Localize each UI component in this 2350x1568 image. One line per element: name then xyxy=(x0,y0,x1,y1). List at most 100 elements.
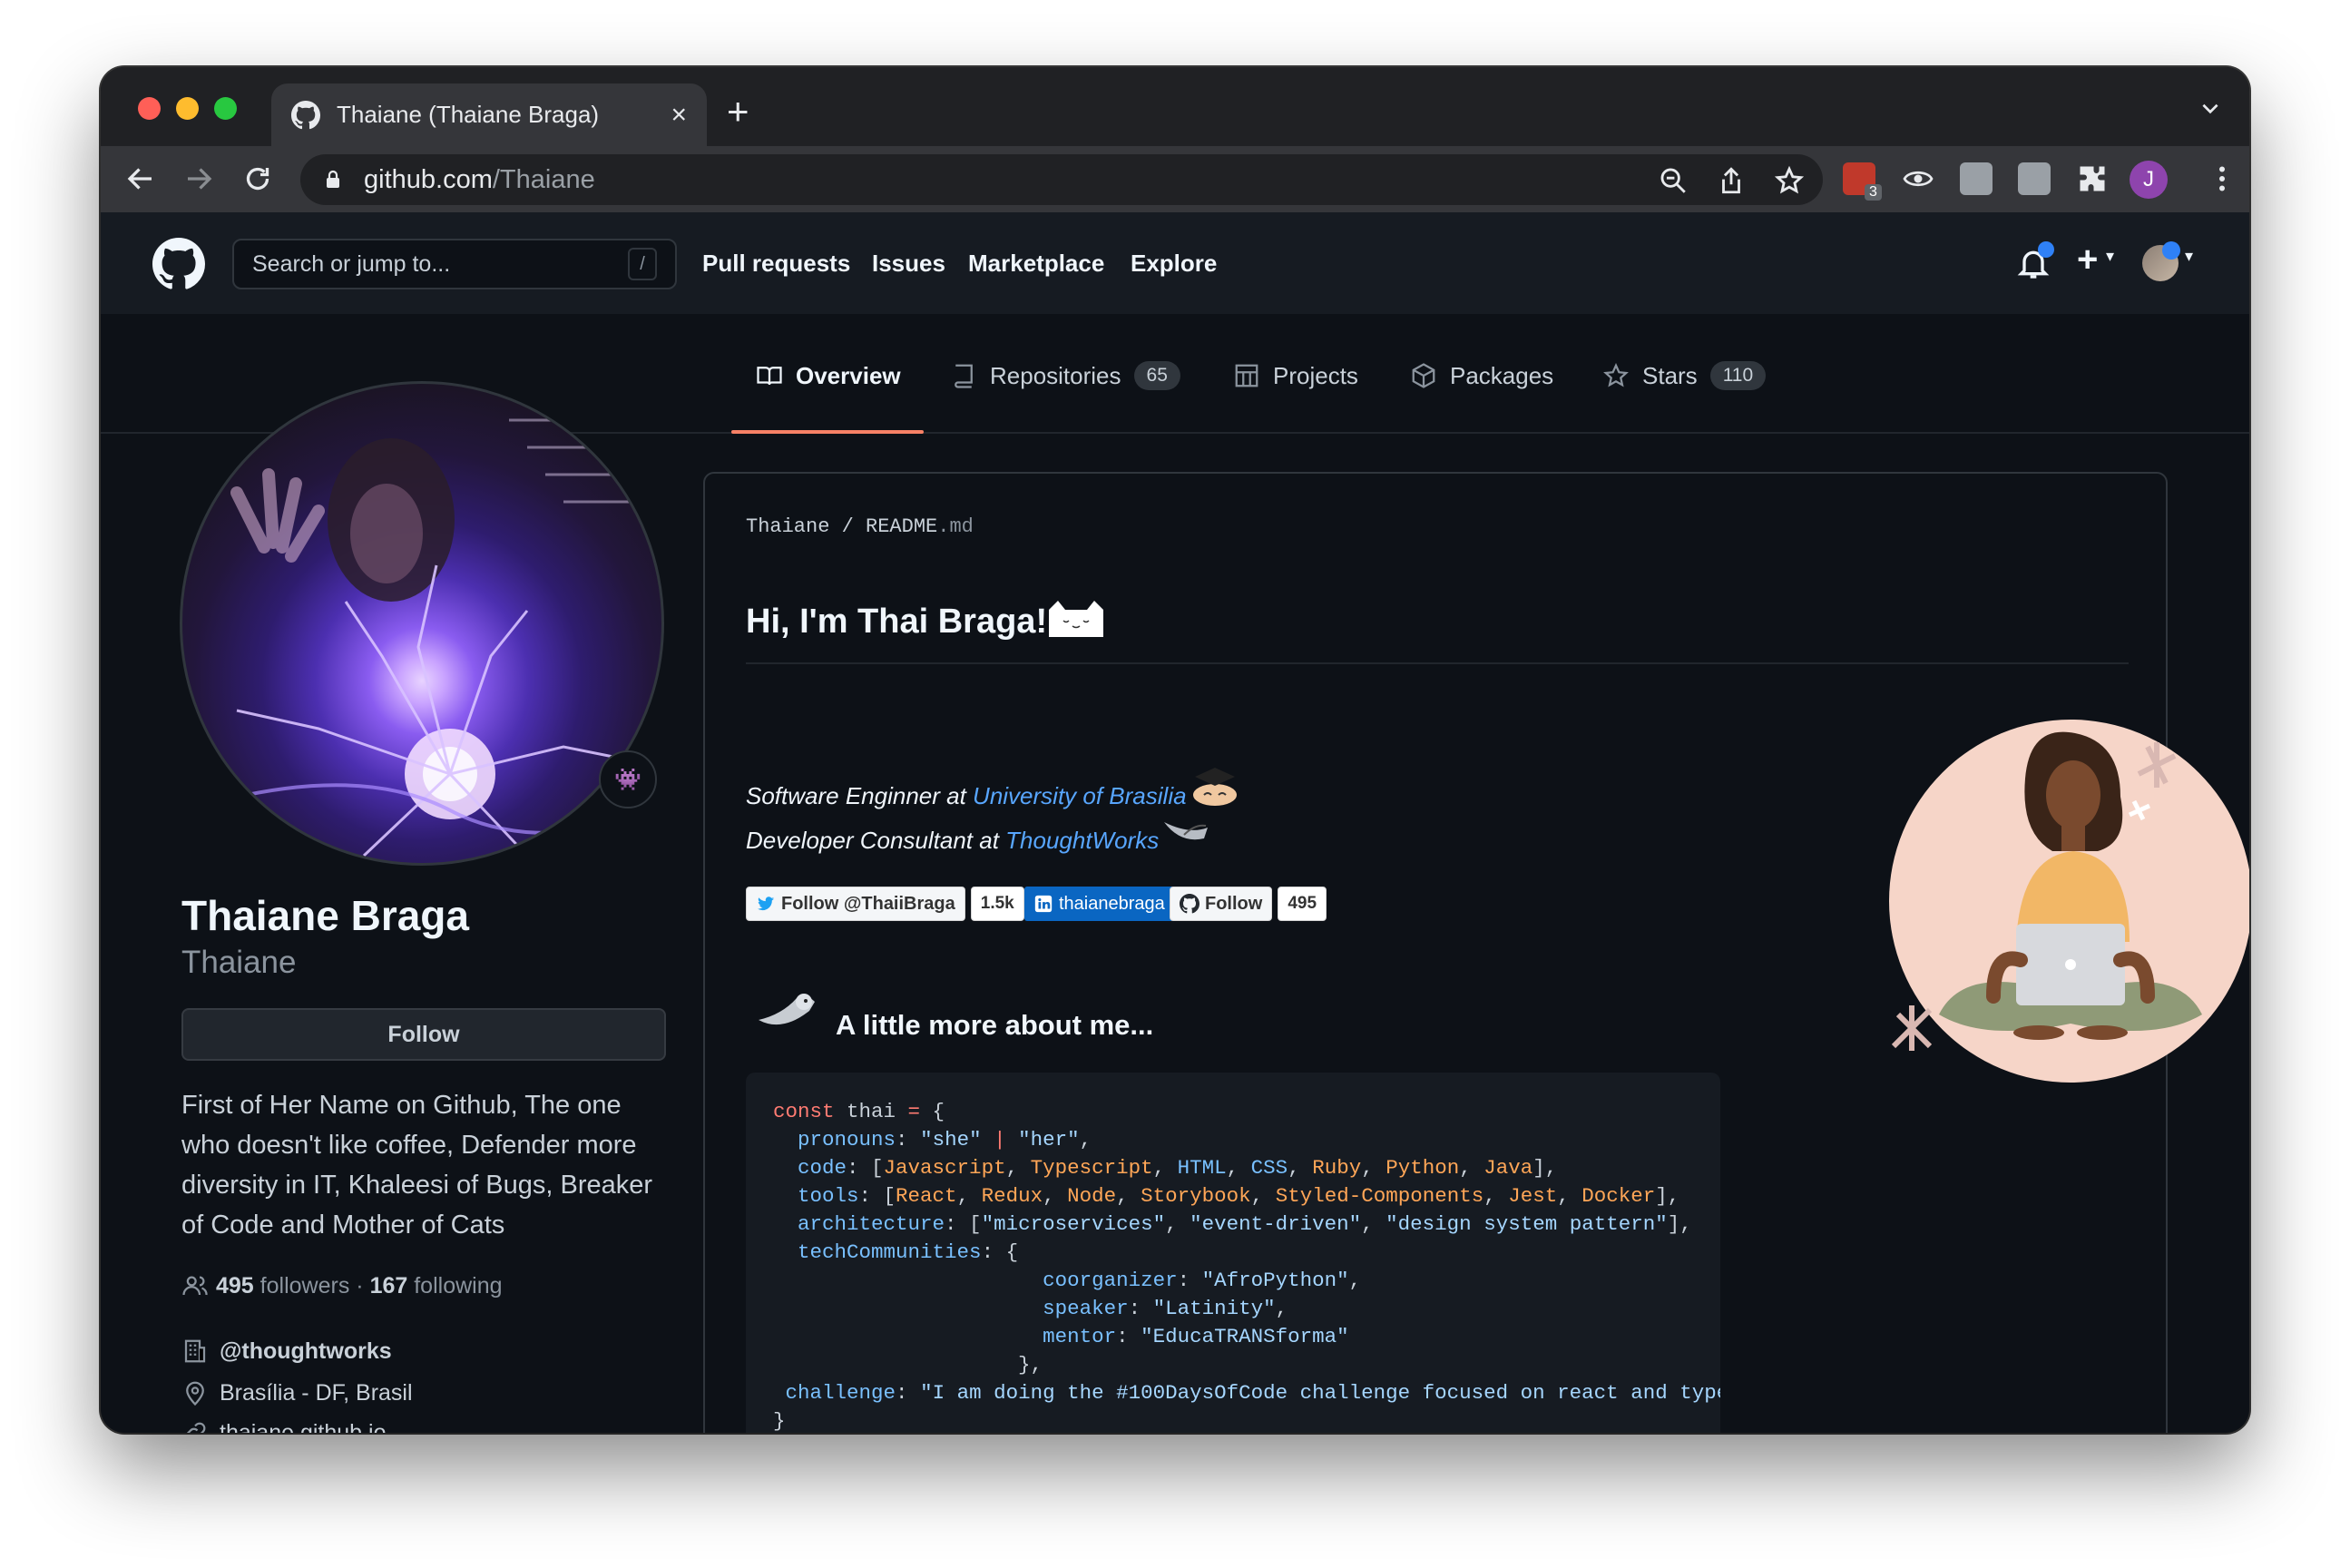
notification-indicator xyxy=(2038,241,2054,258)
readme-path-slash: / xyxy=(841,515,854,538)
readme-owner[interactable]: Thaiane xyxy=(746,515,829,538)
search-input[interactable] xyxy=(252,250,628,278)
github-header: / Pull requests Issues Marketplace Explo… xyxy=(101,212,2249,314)
tab-packages-label: Packages xyxy=(1450,361,1554,389)
job2-prefix: Developer Consultant at xyxy=(746,827,1006,854)
forward-arrow-icon[interactable] xyxy=(182,162,215,195)
stats-separator: · xyxy=(356,1272,364,1298)
tab-repositories-label: Repositories xyxy=(990,361,1121,389)
nav-pull-requests[interactable]: Pull requests xyxy=(702,250,850,278)
package-icon xyxy=(1412,363,1435,388)
window-maximize-button[interactable] xyxy=(214,97,237,120)
website-link: thaiane.github.io xyxy=(220,1419,387,1434)
readme-title-divider xyxy=(746,662,2129,664)
profile-readme: Thaiane / README.md Hi, I'm Thai Braga! … xyxy=(703,472,2249,1433)
url-path: /Thaiane xyxy=(492,164,595,194)
star-icon xyxy=(1603,363,1629,387)
organization-building-icon xyxy=(184,1339,206,1363)
nav-issues[interactable]: Issues xyxy=(872,250,945,278)
tab-title: Thaiane (Thaiane Braga) xyxy=(337,101,600,128)
github-logo-icon[interactable] xyxy=(152,238,205,290)
ublock-badge: 3 xyxy=(1865,184,1882,201)
window-minimize-button[interactable] xyxy=(176,97,199,120)
user-status-indicator xyxy=(2162,241,2180,260)
browser-tab-active[interactable]: Thaiane (Thaiane Braga) × xyxy=(271,83,707,146)
code-block: const thai = { pronouns: "she" | "her", … xyxy=(746,1073,1720,1433)
project-table-icon xyxy=(1235,364,1258,387)
linkedin-badge[interactable]: thaianebraga xyxy=(1024,887,1174,921)
tab-close-icon[interactable]: × xyxy=(671,101,687,129)
lizard-emoji-icon xyxy=(759,994,815,1025)
organization-name: @thoughtworks xyxy=(220,1338,392,1364)
eye-extension-icon[interactable] xyxy=(1902,162,1934,195)
thoughtworks-link[interactable]: ThoughtWorks xyxy=(1005,827,1159,854)
profile-website[interactable]: thaiane.github.io xyxy=(181,1419,386,1433)
readme-file-path: Thaiane / README.md xyxy=(746,515,974,538)
profile-bio: First of Her Name on Github, The one who… xyxy=(181,1091,653,1240)
back-arrow-icon[interactable] xyxy=(124,162,157,195)
twitter-bird-icon xyxy=(757,897,775,911)
tab-stars-label: Stars xyxy=(1642,361,1698,389)
linkedin-badge-main: thaianebraga xyxy=(1024,887,1174,921)
followers-label[interactable]: followers xyxy=(260,1273,350,1299)
university-link[interactable]: University of Brasilia xyxy=(973,782,1187,809)
browser-window: Thaiane (Thaiane Braga) × + github.com/T… xyxy=(101,67,2249,1433)
tab-packages[interactable]: Packages xyxy=(1410,354,1553,397)
github-follow-badge[interactable]: Follow 495 xyxy=(1170,887,1327,921)
github-badge-main: Follow xyxy=(1170,887,1273,921)
browser-toolbar: github.com/Thaiane 3 J xyxy=(101,146,2249,212)
readme-title: Hi, I'm Thai Braga! xyxy=(746,603,1048,641)
profile-organization[interactable]: @thoughtworks xyxy=(181,1338,392,1365)
zoom-icon[interactable] xyxy=(1658,165,1689,196)
browser-menu-icon[interactable] xyxy=(2206,162,2238,195)
github-search-box[interactable]: / xyxy=(232,239,677,289)
tb-extension-icon[interactable] xyxy=(2018,162,2051,195)
address-bar[interactable]: github.com/Thaiane xyxy=(300,154,1823,205)
reload-icon[interactable] xyxy=(241,162,274,195)
twitter-follow-badge[interactable]: Follow @ThaiiBraga 1.5k xyxy=(746,887,1024,921)
create-new-caret-icon[interactable]: ▾ xyxy=(2106,247,2114,266)
tab-overview-label: Overview xyxy=(796,361,901,389)
more-about-heading: A little more about me... xyxy=(836,1009,1154,1041)
tab-repositories[interactable]: Repositories 65 xyxy=(950,354,1180,397)
share-icon[interactable] xyxy=(1716,165,1747,196)
follow-stats: 495 followers · 167 following xyxy=(181,1272,503,1299)
cat-emoji-icon xyxy=(1049,601,1103,637)
twitter-badge-label: Follow @ThaiiBraga xyxy=(781,893,955,914)
new-tab-button[interactable]: + xyxy=(727,93,749,131)
readme-filename[interactable]: README xyxy=(866,515,937,538)
woman-laptop-illustration xyxy=(1889,720,2249,1083)
location-pin-icon xyxy=(186,1381,204,1406)
github-favicon-icon xyxy=(291,100,320,129)
tab-search-chevron-icon[interactable] xyxy=(2198,96,2222,120)
followers-count[interactable]: 495 xyxy=(216,1273,254,1299)
repositories-count-badge: 65 xyxy=(1133,361,1180,390)
nav-explore[interactable]: Explore xyxy=(1131,250,1217,278)
url-host: github.com xyxy=(364,164,493,194)
readme-job-line-2: Developer Consultant at ThoughtWorks xyxy=(746,827,1159,855)
window-close-button[interactable] xyxy=(138,97,161,120)
tab-stars[interactable]: Stars 110 xyxy=(1602,354,1767,397)
following-count[interactable]: 167 xyxy=(370,1273,408,1299)
tab-projects[interactable]: Projects xyxy=(1233,354,1358,397)
bookmark-star-icon[interactable] xyxy=(1774,165,1805,196)
github-badge-label: Follow xyxy=(1205,893,1263,914)
repo-icon xyxy=(955,364,973,388)
following-label[interactable]: following xyxy=(414,1273,502,1299)
book-icon xyxy=(757,367,782,386)
status-emoji-icon[interactable]: 👾 xyxy=(599,750,657,808)
nav-marketplace[interactable]: Marketplace xyxy=(968,250,1104,278)
s-extension-icon[interactable] xyxy=(1960,162,1993,195)
create-new-plus-icon[interactable]: + xyxy=(2077,240,2098,280)
tab-overview[interactable]: Overview xyxy=(756,354,901,397)
browser-profile-avatar[interactable]: J xyxy=(2130,161,2168,199)
readme-job-line-1: Software Enginner at University of Brasi… xyxy=(746,782,1187,810)
linkedin-icon xyxy=(1034,895,1053,913)
user-menu-caret-icon[interactable]: ▾ xyxy=(2185,247,2193,266)
profile-avatar[interactable] xyxy=(180,381,664,866)
twitter-follower-count: 1.5k xyxy=(970,887,1024,921)
follow-button[interactable]: Follow xyxy=(181,1008,666,1061)
puzzle-extensions-icon[interactable] xyxy=(2076,162,2109,195)
github-follower-count: 495 xyxy=(1278,887,1327,921)
search-shortcut-key: / xyxy=(628,248,657,280)
